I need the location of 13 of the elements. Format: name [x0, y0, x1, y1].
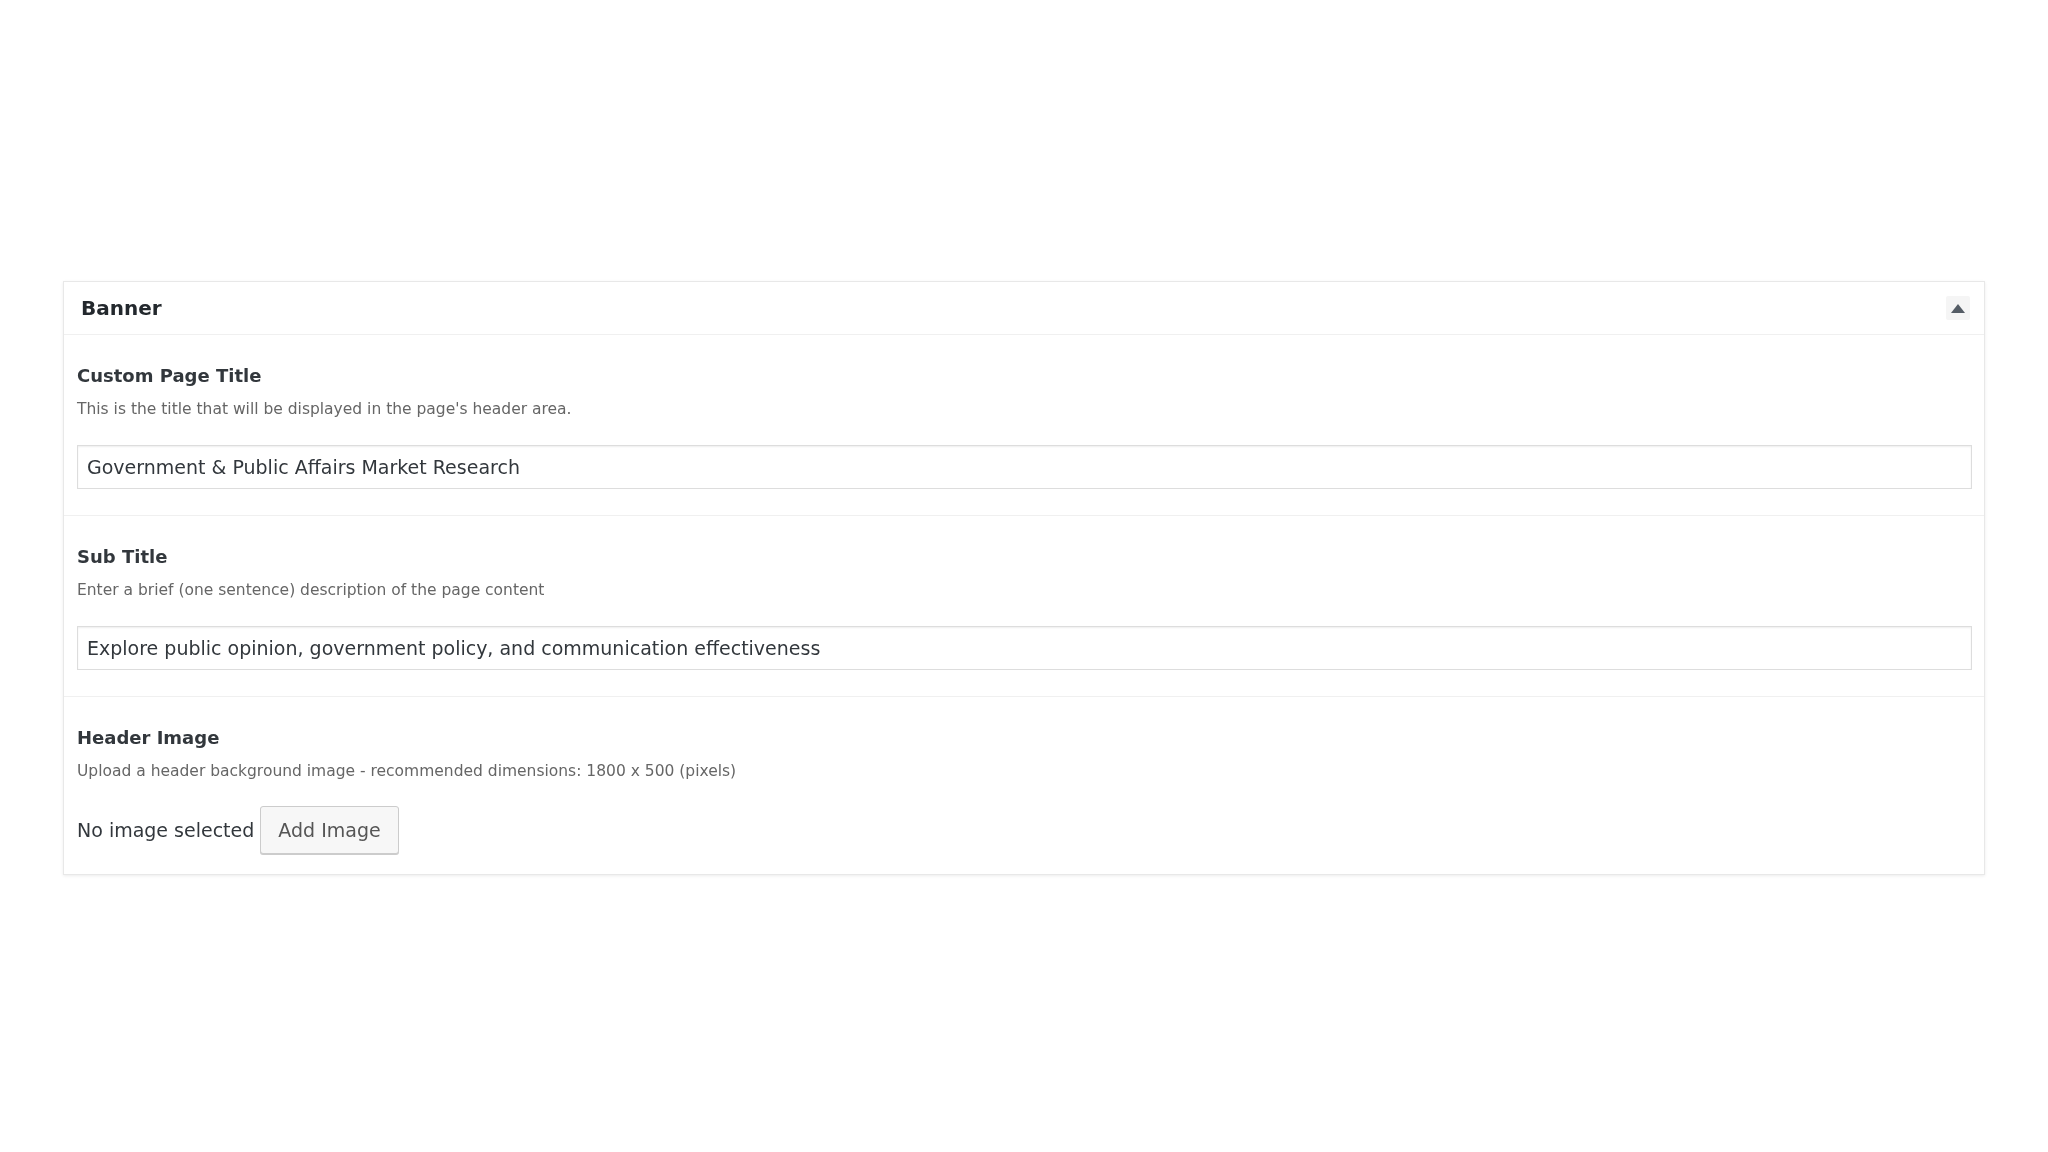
collapse-toggle[interactable] [1946, 296, 1970, 320]
input-field[interactable]: Explore public opinion, government policy, and communication effectiveness [77, 626, 1972, 670]
field-description: Enter a brief (one sentence) description of the page content [77, 580, 546, 601]
field-description: Upload a header background image - recommended dimensions: 1800 x 500 (pixels) [77, 761, 738, 782]
panel-title: Banner [81, 296, 162, 320]
input-field[interactable]: Government & Public Affairs Market Research [77, 445, 1972, 489]
field-label: Sub Title [77, 545, 169, 569]
add-image-button[interactable]: Add Image [260, 806, 399, 854]
image-status-text: No image selected [77, 819, 255, 841]
triangle-icon [1951, 303, 1965, 313]
field-label: Header Image [77, 726, 221, 750]
field-description: This is the title that will be displayed in the page's header area. [77, 399, 573, 420]
field-label: Custom Page Title [77, 364, 263, 388]
